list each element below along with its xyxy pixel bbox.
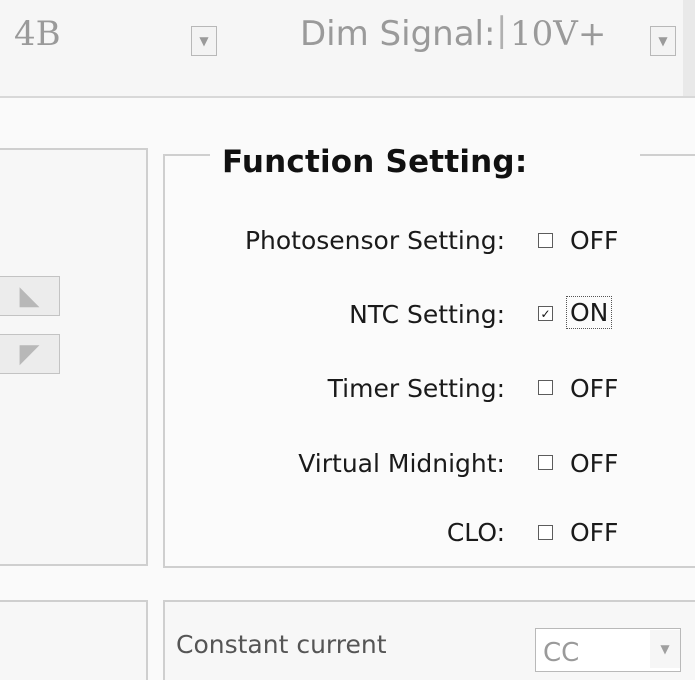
check-icon: ✓ xyxy=(540,306,551,321)
function-setting-group xyxy=(163,154,695,568)
dim-signal-label: Dim Signal: xyxy=(300,14,496,54)
function-setting-title: Function Setting: xyxy=(222,144,528,180)
dropdown-arrow-icon: ▼ xyxy=(660,642,670,656)
spin-up-button[interactable]: ◣ xyxy=(0,276,60,316)
dim-signal-dropdown-button[interactable]: ▼ xyxy=(650,26,676,56)
bottom-left-panel xyxy=(0,600,148,680)
virtual-midnight-label: Virtual Midnight: xyxy=(298,449,505,478)
virtual-midnight-state[interactable]: OFF xyxy=(570,449,618,478)
clo-checkbox[interactable] xyxy=(538,525,553,540)
dropdown-arrow-icon: ▼ xyxy=(658,34,668,48)
spin-up-icon: ◣ xyxy=(19,281,40,311)
clo-state[interactable]: OFF xyxy=(570,518,618,547)
timer-checkbox[interactable] xyxy=(538,380,553,395)
spin-down-button[interactable]: ◤ xyxy=(0,334,60,374)
photosensor-checkbox[interactable] xyxy=(538,233,553,248)
dim-signal-value: 10V+ xyxy=(510,14,607,54)
output-mode-value: CC xyxy=(543,638,580,668)
output-mode-dropdown-button[interactable]: ▼ xyxy=(650,630,680,668)
virtual-midnight-checkbox[interactable] xyxy=(538,455,553,470)
timer-state[interactable]: OFF xyxy=(570,374,618,403)
constant-current-label: Constant current xyxy=(176,630,387,659)
ntc-checkbox[interactable]: ✓ xyxy=(538,306,553,321)
photosensor-state[interactable]: OFF xyxy=(570,226,618,255)
ntc-state[interactable]: ON xyxy=(565,296,613,329)
dim-signal-select-divider: | xyxy=(496,10,508,50)
left-select-value: 4B xyxy=(14,14,61,54)
timer-setting-label: Timer Setting: xyxy=(327,374,505,403)
ntc-setting-label: NTC Setting: xyxy=(349,300,505,329)
dropdown-arrow-icon: ▼ xyxy=(199,34,209,48)
clo-label: CLO: xyxy=(446,518,505,547)
photosensor-setting-label: Photosensor Setting: xyxy=(244,226,505,255)
spin-down-icon: ◤ xyxy=(19,339,40,369)
left-select-dropdown-button[interactable]: ▼ xyxy=(191,26,217,56)
window-edge xyxy=(683,0,695,96)
